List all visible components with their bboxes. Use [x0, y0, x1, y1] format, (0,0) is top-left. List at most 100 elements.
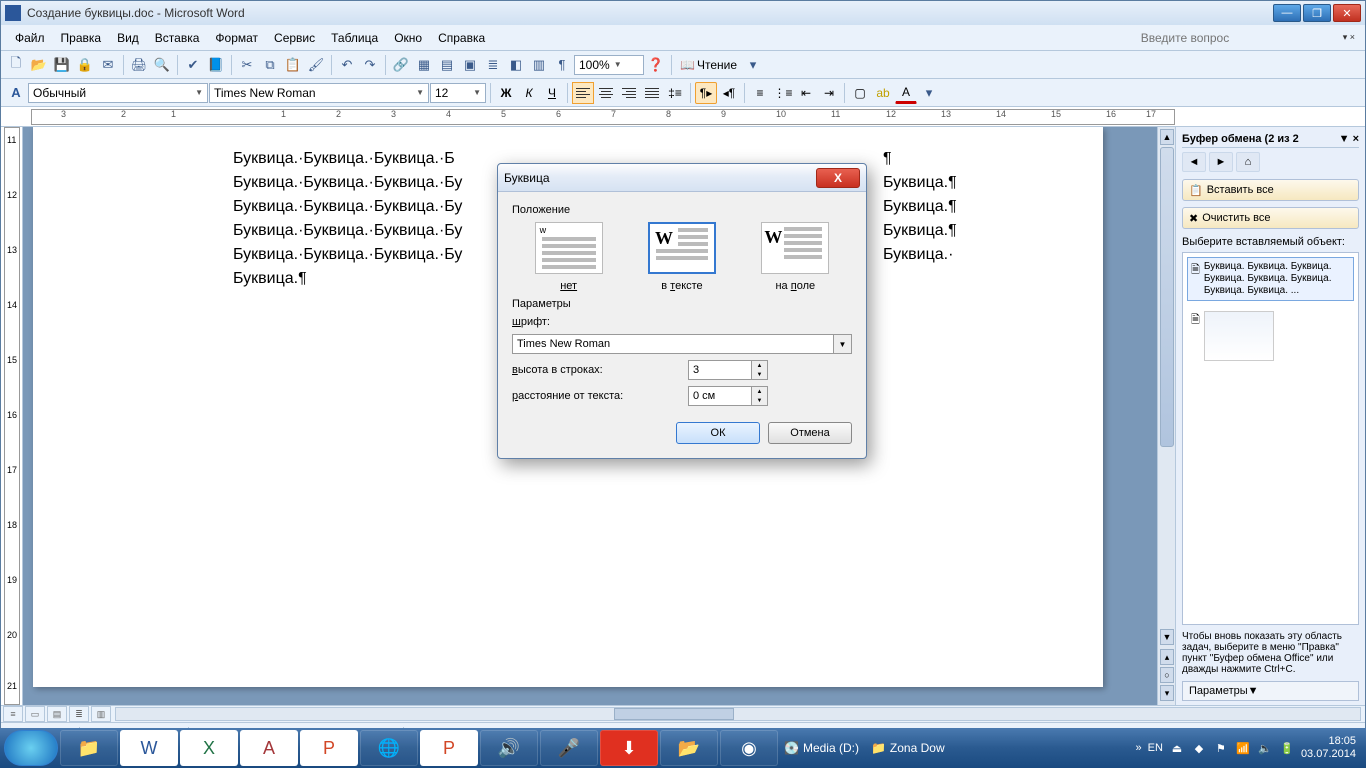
hyperlink-icon[interactable]: 🔗 [390, 54, 412, 76]
taskpane-back-icon[interactable]: ◄ [1182, 152, 1206, 172]
task-word-icon[interactable]: W [120, 730, 178, 766]
print-view-icon[interactable]: ▤ [47, 706, 67, 722]
read-mode-button[interactable]: 📖 Чтение [676, 58, 741, 72]
ask-question-input[interactable] [1139, 29, 1339, 47]
task-folder2-icon[interactable]: 📂 [660, 730, 718, 766]
lines-spinner[interactable]: 3▲▼ [688, 360, 768, 380]
vertical-scrollbar[interactable]: ▲ ▼ ▴ ○ ▾ [1157, 127, 1175, 705]
reading-view-icon[interactable]: ▥ [91, 706, 111, 722]
tables-borders-icon[interactable]: ▦ [413, 54, 435, 76]
print-icon[interactable]: 🖨 [128, 54, 150, 76]
drawing-icon[interactable]: ◧ [505, 54, 527, 76]
position-in-text[interactable]: W в в текстетексте [642, 222, 722, 292]
size-combo[interactable]: 12▼ [430, 83, 486, 103]
formatbar-options-icon[interactable]: ▾ [918, 82, 940, 104]
copy-icon[interactable]: ⧉ [259, 54, 281, 76]
toolbar-options-icon[interactable]: ▾ [742, 54, 764, 76]
underline-button[interactable]: Ч [541, 82, 563, 104]
align-left-button[interactable] [572, 82, 594, 104]
position-none[interactable]: w нет [529, 222, 609, 292]
task-app-red-icon[interactable]: ⬇ [600, 730, 658, 766]
dialog-close-button[interactable]: X [816, 168, 860, 188]
undo-icon[interactable]: ↶ [336, 54, 358, 76]
task-browser-icon[interactable]: 🌐 [360, 730, 418, 766]
task-ppt2-icon[interactable]: P [420, 730, 478, 766]
menu-insert[interactable]: Вставка [147, 28, 208, 48]
taskpane-chevron-icon[interactable]: ▼ × [1339, 133, 1359, 145]
menu-window[interactable]: Окно [386, 28, 430, 48]
format-painter-icon[interactable]: 🖌 [305, 54, 327, 76]
cancel-button[interactable]: Отмена [768, 422, 852, 444]
tray-chevron-icon[interactable]: » [1136, 742, 1142, 754]
line-spacing-icon[interactable]: ‡≡ [664, 82, 686, 104]
excel-icon[interactable]: ▣ [459, 54, 481, 76]
menu-tools[interactable]: Сервис [266, 28, 323, 48]
docmap-icon[interactable]: ▥ [528, 54, 550, 76]
task-access-icon[interactable]: A [240, 730, 298, 766]
task-sound-icon[interactable]: 🔊 [480, 730, 538, 766]
bold-button[interactable]: Ж [495, 82, 517, 104]
menubar-chevron-icon[interactable]: ▾ × [1339, 32, 1359, 43]
showmarks-icon[interactable]: ¶ [551, 54, 573, 76]
align-right-button[interactable] [618, 82, 640, 104]
inc-indent-icon[interactable]: ⇥ [818, 82, 840, 104]
menu-file[interactable]: Файл [7, 28, 53, 48]
font-color-icon[interactable]: A [895, 82, 917, 104]
clipboard-item[interactable]: 🗎 [1187, 307, 1354, 365]
position-margin[interactable]: W на поле [755, 222, 835, 292]
style-combo[interactable]: Обычный▼ [28, 83, 208, 103]
new-doc-icon[interactable]: 🗋 [5, 54, 27, 76]
borders-icon[interactable]: ▢ [849, 82, 871, 104]
menu-format[interactable]: Формат [207, 28, 266, 48]
font-combo[interactable]: Times New Roman▼ [209, 83, 429, 103]
taskpane-home-icon[interactable]: ⌂ [1236, 152, 1260, 172]
tray-app-icon[interactable]: ◆ [1191, 740, 1207, 756]
clear-all-button[interactable]: ✖ Очистить все [1182, 207, 1359, 229]
dec-indent-icon[interactable]: ⇤ [795, 82, 817, 104]
align-center-button[interactable] [595, 82, 617, 104]
align-justify-button[interactable] [641, 82, 663, 104]
task-excel-icon[interactable]: X [180, 730, 238, 766]
scroll-down-icon[interactable]: ▼ [1160, 629, 1174, 645]
italic-button[interactable]: К [518, 82, 540, 104]
menu-table[interactable]: Таблица [323, 28, 386, 48]
menu-help[interactable]: Справка [430, 28, 493, 48]
clipboard-options-button[interactable]: Параметры ▼ [1182, 681, 1359, 701]
save-icon[interactable]: 💾 [51, 54, 73, 76]
task-zona[interactable]: 📁 Zona Dow [865, 741, 951, 755]
task-powerpoint-icon[interactable]: P [300, 730, 358, 766]
vertical-ruler[interactable]: 11 12 13 14 15 16 17 18 19 20 21 [1, 127, 23, 705]
columns-icon[interactable]: ≣ [482, 54, 504, 76]
doc-text-right[interactable]: ¶ Буквица.¶ Буквица.¶ Буквица.¶ Буквица.… [883, 147, 957, 267]
horizontal-scrollbar[interactable] [115, 707, 1361, 721]
scroll-thumb[interactable] [1160, 147, 1174, 447]
bullets-icon[interactable]: ⋮≡ [772, 82, 794, 104]
tray-battery-icon[interactable]: 🔋 [1279, 740, 1295, 756]
highlight-icon[interactable]: ab [872, 82, 894, 104]
ltr-icon[interactable]: ¶▸ [695, 82, 717, 104]
cut-icon[interactable]: ✂ [236, 54, 258, 76]
task-explorer-icon[interactable]: 📁 [60, 730, 118, 766]
rtl-icon[interactable]: ◂¶ [718, 82, 740, 104]
research-icon[interactable]: 📘 [205, 54, 227, 76]
next-page-icon[interactable]: ▾ [1160, 685, 1174, 701]
taskpane-fwd-icon[interactable]: ► [1209, 152, 1233, 172]
task-media[interactable]: 💽 Media (D:) [778, 741, 865, 755]
clipboard-item[interactable]: 🗎 Буквица. Буквица. Буквица. Буквица. Бу… [1187, 257, 1354, 301]
tray-network-icon[interactable]: 📶 [1235, 740, 1251, 756]
hscroll-thumb[interactable] [614, 708, 734, 720]
permissions-icon[interactable]: 🔒 [74, 54, 96, 76]
web-view-icon[interactable]: ▭ [25, 706, 45, 722]
normal-view-icon[interactable]: ≡ [3, 706, 23, 722]
tray-sound-icon[interactable]: 🔈 [1257, 740, 1273, 756]
tray-keyboard-lang[interactable]: EN [1148, 742, 1163, 754]
styles-icon[interactable]: A [5, 82, 27, 104]
zoom-combo[interactable]: 100%▼ [574, 55, 644, 75]
preview-icon[interactable]: 🔍 [151, 54, 173, 76]
paste-icon[interactable]: 📋 [282, 54, 304, 76]
tray-safe-remove-icon[interactable]: ⏏ [1169, 740, 1185, 756]
tray-flag-icon[interactable]: ⚑ [1213, 740, 1229, 756]
tray-clock[interactable]: 18:05 03.07.2014 [1301, 735, 1356, 761]
task-chrome-icon[interactable]: ◉ [720, 730, 778, 766]
horizontal-ruler[interactable]: 3 2 1 1 2 3 4 5 6 7 8 9 10 11 12 13 14 1… [1, 107, 1365, 127]
